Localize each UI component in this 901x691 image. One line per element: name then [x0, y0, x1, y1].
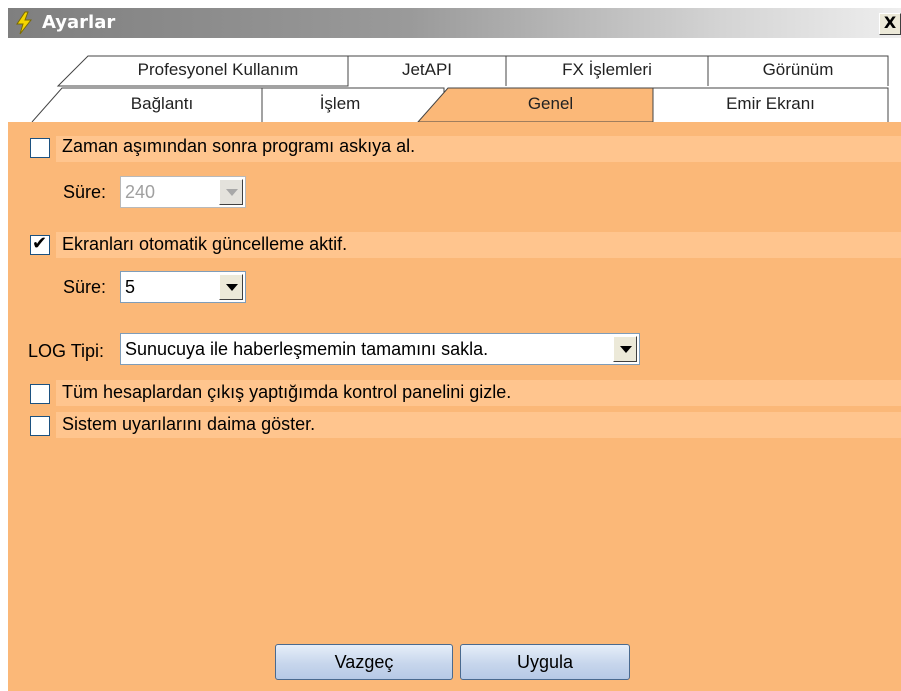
timeout-duration-combo[interactable]: 240: [120, 176, 246, 208]
system-warnings-checkbox[interactable]: [30, 416, 50, 436]
timeout-duration-label: Süre:: [63, 182, 107, 202]
tab-strip: Profesyonel Kullanım JetAPI FX İşlemleri…: [8, 38, 901, 122]
tab-jetapi[interactable]: JetAPI: [348, 59, 506, 81]
hide-panel-checkbox[interactable]: [30, 384, 50, 404]
refresh-duration-combo[interactable]: 5: [120, 271, 246, 303]
title-bar[interactable]: Ayarlar X: [8, 8, 901, 38]
refresh-duration-label: Süre:: [63, 277, 107, 297]
timeout-checkbox[interactable]: [30, 138, 50, 158]
tab-profesyonel-kullanim[interactable]: Profesyonel Kullanım: [88, 59, 348, 81]
tab-emir-ekrani[interactable]: Emir Ekranı: [653, 93, 888, 115]
lightning-bolt-icon: [16, 11, 33, 35]
log-type-combo[interactable]: Sunucuya ile haberleşmemin tamamını sakl…: [120, 333, 640, 365]
system-warnings-label: Sistem uyarılarını daima göster.: [62, 414, 316, 434]
hide-panel-label: Tüm hesaplardan çıkış yaptığımda kontrol…: [62, 382, 512, 402]
tab-fx-islemleri[interactable]: FX İşlemleri: [506, 59, 708, 81]
chevron-down-icon[interactable]: [219, 179, 243, 205]
tab-gorunum[interactable]: Görünüm: [708, 59, 888, 81]
apply-button[interactable]: Uygula: [460, 644, 630, 680]
settings-dialog: Ayarlar X Profesyonel Kullanım JetAPI FX…: [0, 0, 901, 691]
checkmark-icon: ✔: [32, 233, 48, 254]
tab-baglanti[interactable]: Bağlantı: [62, 93, 262, 115]
timeout-duration-value: 240: [125, 182, 156, 202]
log-type-label: LOG Tipi:: [28, 341, 105, 361]
log-type-value: Sunucuya ile haberleşmemin tamamını sakl…: [125, 339, 489, 359]
tab-genel[interactable]: Genel: [448, 93, 653, 115]
general-panel: Zaman aşımından sonra programı askıya al…: [8, 122, 901, 691]
refresh-duration-value: 5: [125, 277, 136, 297]
close-button[interactable]: X: [879, 13, 901, 35]
timeout-label: Zaman aşımından sonra programı askıya al…: [62, 136, 416, 156]
cancel-button[interactable]: Vazgeç: [275, 644, 453, 680]
chevron-down-icon[interactable]: [219, 274, 243, 300]
chevron-down-icon[interactable]: [613, 336, 637, 362]
auto-refresh-checkbox[interactable]: ✔: [30, 233, 50, 255]
auto-refresh-label: Ekranları otomatik güncelleme aktif.: [62, 234, 348, 254]
window-title: Ayarlar: [42, 12, 116, 33]
tab-islem[interactable]: İşlem: [262, 93, 418, 115]
